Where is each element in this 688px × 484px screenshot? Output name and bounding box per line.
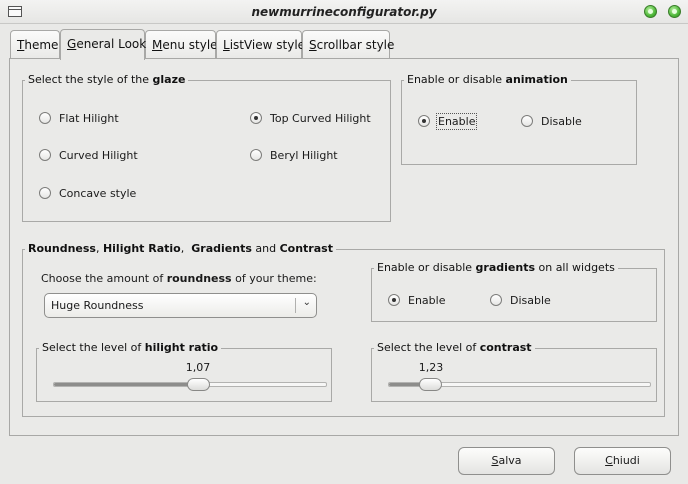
gradients-enable-radio[interactable]: Enable (388, 294, 445, 308)
tab-listview-style-mnemonic: L (223, 38, 230, 52)
close-icon[interactable] (668, 5, 681, 18)
legend-sep: , (95, 242, 103, 255)
radio-icon[interactable] (39, 149, 51, 161)
title-bar: newmurrineconfigurator.py (0, 0, 688, 24)
gradients-disable-label: Disable (510, 294, 551, 307)
save-button-label: alva (498, 454, 522, 467)
radio-icon[interactable] (490, 294, 502, 306)
roundness-group-legend: Roundness, Hilight Ratio, Gradients and … (25, 242, 336, 256)
legend-roundness: Roundness (28, 242, 96, 255)
gradients-legend: Enable or disable gradients on all widge… (374, 261, 618, 275)
glaze-option-label: Curved Hilight (59, 149, 138, 162)
gradients-legend-suffix: on all widgets (535, 261, 615, 274)
contrast-legend: Select the level of contrast (374, 341, 535, 355)
tab-theme[interactable]: Theme (10, 30, 60, 59)
roundness-label-text: Choose the amount of (41, 272, 167, 285)
glaze-option-concave-style[interactable]: Concave style (39, 187, 136, 201)
animation-enable-radio[interactable]: Enable (418, 113, 478, 130)
glaze-legend: Select the style of the glaze (25, 73, 189, 87)
hilight-ratio-legend-text: Select the level of (42, 341, 145, 354)
gradients-legend-bold: gradients (475, 261, 535, 274)
gradients-group: Enable or disable gradients on all widge… (371, 261, 657, 322)
tab-listview-style-label: istView style (229, 38, 306, 52)
hilight-ratio-legend-bold: hilight ratio (144, 341, 219, 354)
radio-icon[interactable] (418, 115, 430, 127)
glaze-option-curved-hilight[interactable]: Curved Hilight (39, 149, 138, 163)
animation-disable-label: Disable (541, 115, 582, 128)
tab-menu-style-mnemonic: M (152, 38, 163, 52)
legend-contrast: Contrast (279, 242, 333, 255)
combo-separator (295, 298, 296, 313)
close-button-label: hiudi (612, 454, 640, 467)
animation-legend: Enable or disable animation (404, 73, 571, 87)
hilight-ratio-group: Select the level of hilight ratio 1,07 (36, 341, 332, 402)
radio-icon[interactable] (388, 294, 400, 306)
animation-disable-radio[interactable]: Disable (521, 115, 582, 129)
general-look-panel: Select the style of the glaze Flat Hilig… (9, 58, 679, 436)
tab-general-look-mnemonic: G (67, 37, 77, 51)
tab-general-look[interactable]: General Look (60, 29, 147, 60)
window-title: newmurrineconfigurator.py (251, 5, 437, 19)
glaze-option-label: Beryl Hilight (270, 149, 338, 162)
legend-gradients: Gradients (191, 242, 252, 255)
glaze-option-label: Top Curved Hilight (270, 112, 371, 125)
glaze-option-label: Concave style (59, 187, 137, 200)
animation-legend-bold: animation (505, 73, 568, 86)
tab-scrollbar-style-mnemonic: S (309, 38, 317, 52)
roundness-combo-value: Huge Roundness (51, 299, 144, 312)
contrast-legend-bold: contrast (479, 341, 532, 354)
roundness-label: Choose the amount of roundness of your t… (41, 272, 317, 286)
legend-sep: , (180, 242, 192, 255)
close-button-mnemonic: C (605, 454, 613, 467)
glaze-option-top-curved-hilight[interactable]: Top Curved Hilight (250, 112, 371, 126)
tab-theme-label: heme (24, 38, 59, 52)
radio-icon[interactable] (521, 115, 533, 127)
hilight-ratio-legend: Select the level of hilight ratio (39, 341, 222, 355)
tab-menu-style[interactable]: Menu style (145, 30, 218, 59)
radio-icon[interactable] (250, 149, 262, 161)
radio-icon[interactable] (39, 187, 51, 199)
hilight-ratio-fill (54, 383, 198, 386)
animation-group: Enable or disable animation Enable Disab… (401, 73, 637, 165)
roundness-label-suffix: of your theme: (231, 272, 317, 285)
chevron-down-icon[interactable]: ⌄ (303, 297, 311, 308)
contrast-handle[interactable] (419, 378, 443, 391)
tab-listview-style[interactable]: ListView style (216, 30, 306, 59)
gradients-disable-radio[interactable]: Disable (490, 294, 551, 308)
animation-legend-text: Enable or disable (407, 73, 506, 86)
tab-scrollbar-style[interactable]: Scrollbar style (302, 30, 394, 59)
animation-enable-label: Enable (435, 113, 478, 130)
glaze-legend-text: Select the style of the (28, 73, 153, 86)
save-button[interactable]: Salva (458, 447, 555, 475)
roundness-gradients-group: Roundness, Hilight Ratio, Gradients and … (22, 242, 665, 417)
glaze-option-label: Flat Hilight (59, 112, 119, 125)
contrast-legend-text: Select the level of (377, 341, 480, 354)
roundness-label-bold: roundness (166, 272, 232, 285)
glaze-legend-bold: glaze (152, 73, 186, 86)
legend-hilight-ratio: Hilight Ratio (102, 242, 181, 255)
roundness-combo[interactable]: Huge Roundness ⌄ (44, 293, 317, 318)
hilight-ratio-handle[interactable] (187, 378, 211, 391)
contrast-group: Select the level of contrast 1,23 (371, 341, 657, 402)
gradients-legend-text: Enable or disable (377, 261, 476, 274)
glaze-option-flat-hilight[interactable]: Flat Hilight (39, 112, 119, 126)
tab-menu-style-label: enu style (162, 38, 218, 52)
tab-scrollbar-style-label: crollbar style (316, 38, 395, 52)
hilight-ratio-value: 1,07 (185, 361, 211, 374)
contrast-value: 1,23 (418, 361, 444, 374)
legend-sep: and (251, 242, 280, 255)
minimize-icon[interactable] (644, 5, 657, 18)
tab-general-look-label: eneral Look (76, 37, 147, 51)
close-button[interactable]: Chiudi (574, 447, 671, 475)
radio-icon[interactable] (250, 112, 262, 124)
radio-icon[interactable] (39, 112, 51, 124)
gradients-enable-label: Enable (408, 294, 446, 307)
glaze-option-beryl-hilight[interactable]: Beryl Hilight (250, 149, 338, 163)
glaze-group: Select the style of the glaze Flat Hilig… (22, 73, 391, 222)
